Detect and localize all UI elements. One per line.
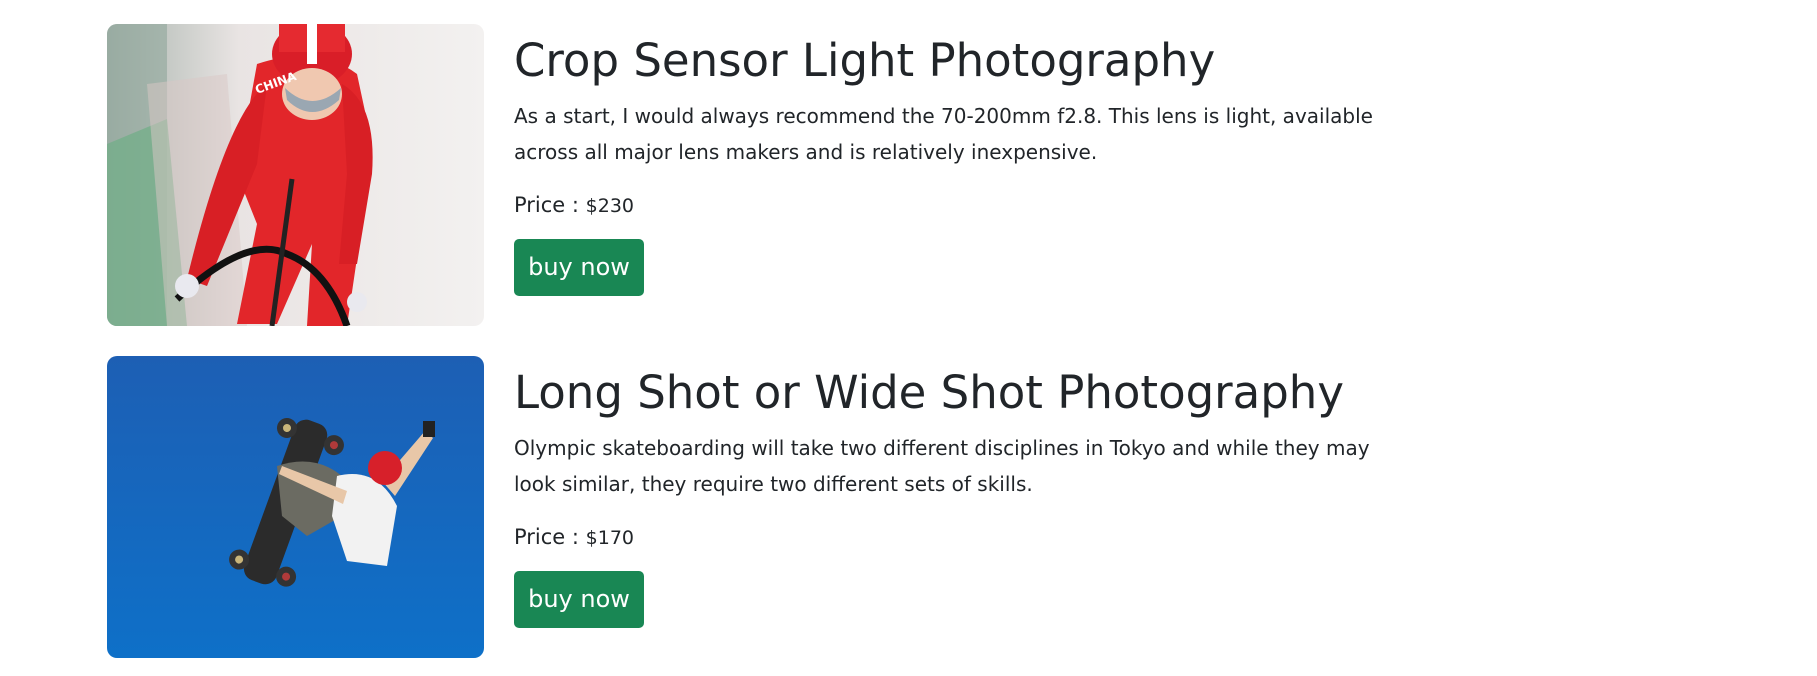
product-title: Crop Sensor Light Photography [514,34,1216,87]
skateboarder-photo [107,356,484,658]
product-description: Olympic skateboarding will take two diff… [514,436,1370,496]
product-price: Price : $230 [514,190,1394,221]
product-info: Crop Sensor Light Photography As a start… [514,24,1394,296]
price-value: $230 [585,195,635,217]
product-info: Long Shot or Wide Shot Photography Olymp… [514,356,1394,628]
buy-now-button[interactable]: buy now [514,571,644,628]
product-title: Long Shot or Wide Shot Photography [514,366,1344,419]
price-label: Price : [514,193,586,217]
price-value: $170 [585,527,635,549]
buy-now-button[interactable]: buy now [514,239,644,296]
price-label: Price : [514,525,586,549]
product-card: CHINA Crop Sensor Light Photography As a… [107,24,1407,326]
product-image-cyclist: CHINA [107,24,484,326]
product-image-skateboarder [107,356,484,658]
product-card: Long Shot or Wide Shot Photography Olymp… [107,356,1407,658]
product-description: As a start, I would always recommend the… [514,104,1373,164]
product-price: Price : $170 [514,522,1394,553]
cyclist-photo: CHINA [107,24,484,326]
